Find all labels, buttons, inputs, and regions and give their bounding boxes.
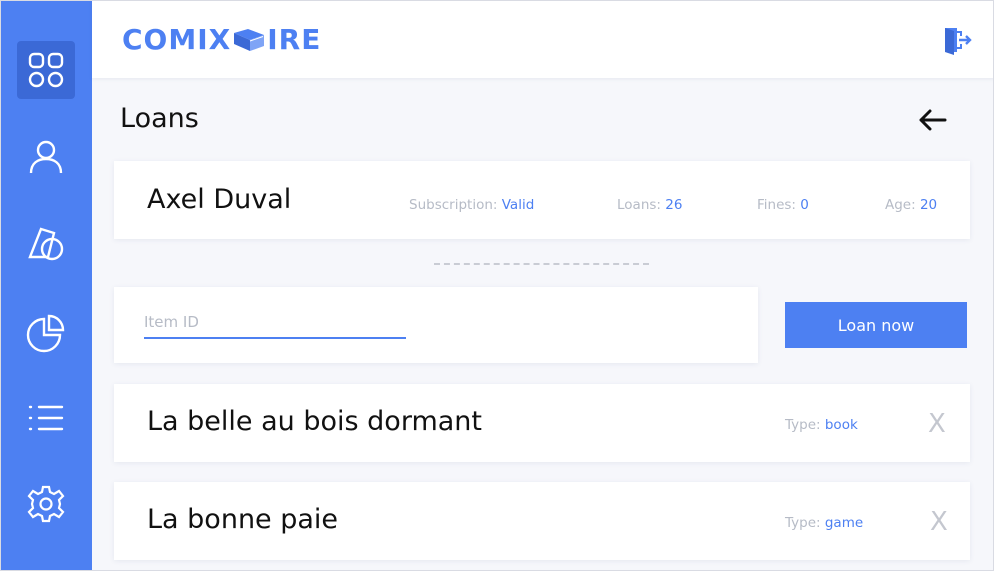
item-id-input[interactable] — [144, 307, 406, 339]
item-title: La bonne paie — [147, 504, 339, 535]
item-type-label: Type: — [785, 417, 821, 433]
loans-value: 26 — [665, 197, 683, 213]
item-type: Type: game — [785, 515, 863, 531]
gear-icon — [27, 485, 65, 523]
age-value: 20 — [919, 197, 938, 213]
item-type: Type: book — [785, 417, 858, 433]
sidebar-item-stats[interactable] — [17, 304, 75, 362]
item-type-value: game — [824, 515, 864, 531]
book-icon — [234, 29, 265, 51]
arrow-left-icon[interactable] — [915, 104, 949, 136]
fines-label: Fines: — [757, 197, 796, 213]
loans-label: Loans: — [617, 197, 661, 213]
sidebar-item-users[interactable] — [17, 127, 75, 185]
sidebar-item-dashboard[interactable] — [17, 41, 75, 99]
subscription-value: Valid — [501, 197, 535, 213]
sidebar-item-list[interactable] — [17, 389, 75, 447]
list-item: La bonne paie Type: game X — [114, 482, 970, 560]
logo-text-left: COMIX — [122, 23, 232, 56]
remove-item-button[interactable]: X — [930, 507, 948, 537]
age-stat: Age: 20 — [885, 197, 937, 213]
page-title: Loans — [120, 103, 199, 134]
fines-stat: Fines: 0 — [757, 197, 809, 213]
item-title: La belle au bois dormant — [147, 406, 482, 437]
subscription-stat: Subscription: Valid — [409, 197, 534, 213]
loans-stat: Loans: 26 — [617, 197, 682, 213]
item-type-label: Type: — [785, 515, 821, 531]
logout-icon[interactable] — [942, 25, 972, 55]
dashed-divider — [434, 263, 649, 265]
dashboard-icon — [28, 52, 64, 88]
age-label: Age: — [885, 197, 916, 213]
loan-now-button[interactable]: Loan now — [785, 302, 967, 348]
subscription-label: Subscription: — [409, 197, 498, 213]
loan-input-card — [114, 287, 758, 363]
user-card: Axel Duval Subscription: Valid Loans: 26… — [114, 161, 970, 239]
app-window: COMIX IRE Loans Axel Duval Subscription:… — [0, 0, 994, 571]
sidebar — [1, 1, 92, 570]
top-header: COMIX IRE — [92, 1, 993, 78]
fines-value: 0 — [800, 197, 809, 213]
pie-chart-icon — [26, 314, 65, 353]
sidebar-item-items[interactable] — [17, 214, 75, 272]
list-icon — [28, 405, 64, 431]
remove-item-button[interactable]: X — [928, 409, 946, 439]
shapes-icon — [28, 227, 64, 261]
user-name: Axel Duval — [147, 184, 292, 215]
app-logo[interactable]: COMIX IRE — [122, 23, 321, 57]
sidebar-item-settings[interactable] — [17, 475, 75, 533]
user-icon — [29, 140, 63, 174]
logo-text-right: IRE — [267, 23, 322, 56]
item-type-value: book — [824, 417, 858, 433]
list-item: La belle au bois dormant Type: book X — [114, 384, 970, 462]
